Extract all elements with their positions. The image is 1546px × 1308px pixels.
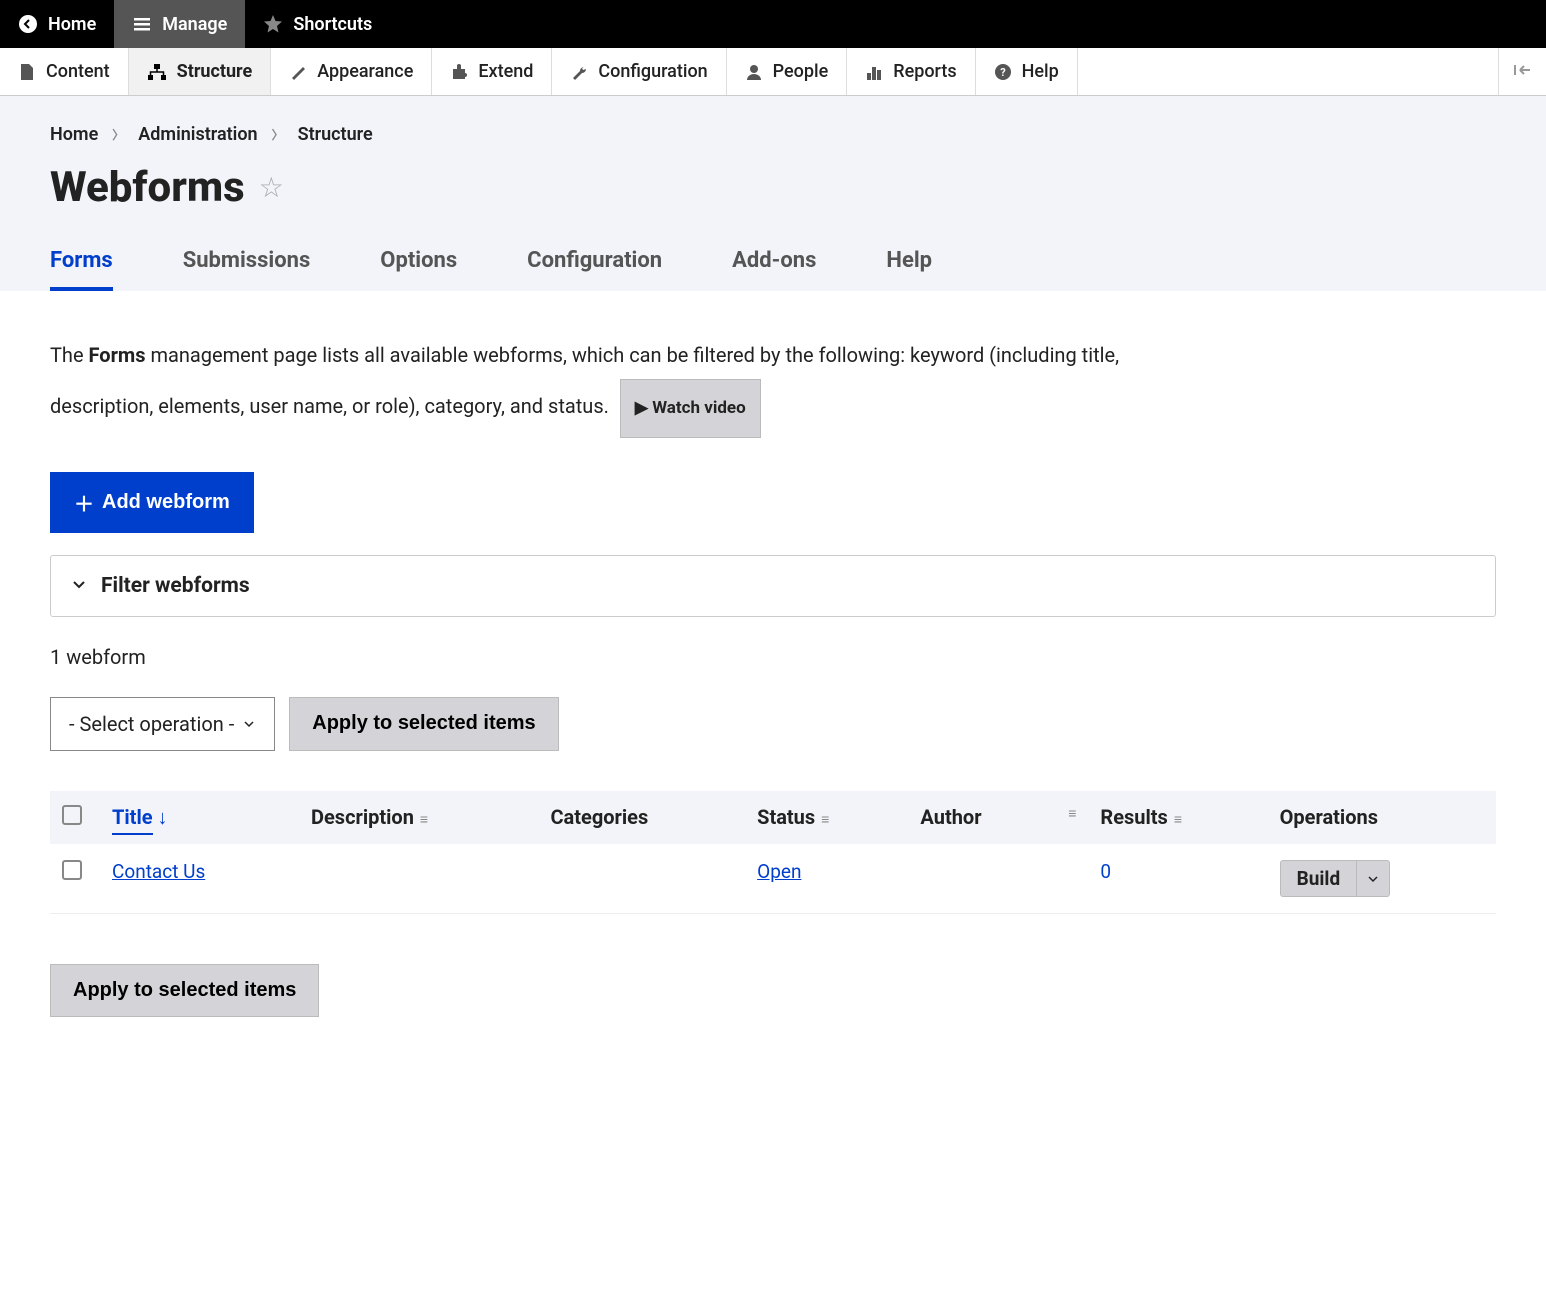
column-results[interactable]: Results≡ xyxy=(1088,791,1267,844)
build-button[interactable]: Build xyxy=(1281,861,1358,896)
menu-extend-label: Extend xyxy=(478,61,533,82)
column-categories: Categories xyxy=(538,791,745,844)
tab-help[interactable]: Help xyxy=(886,248,932,291)
row-results-link[interactable]: 0 xyxy=(1100,860,1111,883)
menu-configuration[interactable]: Configuration xyxy=(552,48,726,95)
menu-appearance[interactable]: Appearance xyxy=(271,48,432,95)
menu-configuration-label: Configuration xyxy=(598,61,707,82)
apply-selected-button-bottom[interactable]: Apply to selected items xyxy=(50,964,319,1017)
row-checkbox[interactable] xyxy=(62,860,82,880)
tab-submissions[interactable]: Submissions xyxy=(183,248,311,291)
svg-text:?: ? xyxy=(1000,66,1006,79)
sort-icon: ≡ xyxy=(821,812,829,828)
menu-people-label: People xyxy=(773,61,829,82)
menu-help-label: Help xyxy=(1022,61,1059,82)
add-webform-button[interactable]: ＋ Add webform xyxy=(50,472,254,533)
breadcrumb-home[interactable]: Home xyxy=(50,124,98,145)
tab-addons[interactable]: Add-ons xyxy=(732,248,816,291)
menu-structure-label: Structure xyxy=(177,61,253,82)
select-operation-dropdown[interactable]: - Select operation - xyxy=(50,697,275,751)
local-tabs: Forms Submissions Options Configuration … xyxy=(50,248,1496,291)
menu-content[interactable]: Content xyxy=(0,48,129,95)
chevron-down-icon xyxy=(242,712,256,736)
chevron-right-icon: 〉 xyxy=(112,126,124,143)
tab-options[interactable]: Options xyxy=(380,248,457,291)
favorite-star-icon[interactable]: ☆ xyxy=(259,171,284,204)
toolbar-top: Home Manage Shortcuts xyxy=(0,0,1546,48)
select-operation-label: - Select operation - xyxy=(69,712,234,736)
column-author[interactable]: Author≡ xyxy=(908,791,1088,844)
filter-webforms-toggle[interactable]: Filter webforms xyxy=(50,555,1496,617)
sort-icon: ≡ xyxy=(420,812,428,828)
column-operations: Operations xyxy=(1268,791,1496,844)
column-title[interactable]: Title ↓ xyxy=(100,791,299,844)
toolbar-shortcuts[interactable]: Shortcuts xyxy=(245,0,390,48)
paintbrush-icon xyxy=(289,63,307,81)
bulk-operations: - Select operation - Apply to selected i… xyxy=(50,697,1496,751)
hierarchy-icon xyxy=(147,63,167,81)
collapse-icon xyxy=(1514,61,1532,82)
chevron-right-icon: 〉 xyxy=(272,126,284,143)
puzzle-icon xyxy=(450,63,468,81)
bar-chart-icon xyxy=(865,63,883,81)
admin-menu: Content Structure Appearance Extend Conf… xyxy=(0,48,1546,96)
menu-reports[interactable]: Reports xyxy=(847,48,975,95)
menu-structure[interactable]: Structure xyxy=(129,48,272,95)
watch-video-button[interactable]: ▶ Watch video xyxy=(620,379,761,438)
add-webform-label: Add webform xyxy=(102,491,230,514)
webform-count: 1 webform xyxy=(50,645,1496,669)
description: The Forms management page lists all avai… xyxy=(50,331,1150,438)
webforms-table: Title ↓ Description≡ Categories Status≡ … xyxy=(50,791,1496,914)
content: The Forms management page lists all avai… xyxy=(0,291,1546,1057)
back-circle-icon xyxy=(18,14,38,34)
breadcrumb-admin[interactable]: Administration xyxy=(138,124,257,145)
sort-arrow-down-icon: ↓ xyxy=(158,805,168,829)
tab-configuration[interactable]: Configuration xyxy=(527,248,662,291)
toolbar-home-label: Home xyxy=(48,14,96,35)
menu-reports-label: Reports xyxy=(893,61,956,82)
document-icon xyxy=(18,63,36,81)
question-circle-icon: ? xyxy=(994,63,1012,81)
column-status[interactable]: Status≡ xyxy=(745,791,908,844)
plus-icon: ＋ xyxy=(74,488,94,517)
person-icon xyxy=(745,63,763,81)
row-description xyxy=(299,844,538,914)
toolbar-manage[interactable]: Manage xyxy=(114,0,245,48)
row-author xyxy=(908,844,1088,914)
toolbar-manage-label: Manage xyxy=(162,14,227,35)
toolbar-redacted xyxy=(390,0,610,48)
operations-dropdown-toggle[interactable] xyxy=(1357,861,1389,896)
chevron-down-icon xyxy=(71,576,87,596)
hamburger-icon xyxy=(132,14,152,34)
page-header: Home 〉 Administration 〉 Structure Webfor… xyxy=(0,96,1546,291)
select-all-checkbox[interactable] xyxy=(62,805,82,825)
sort-icon: ≡ xyxy=(1068,805,1076,822)
sort-icon: ≡ xyxy=(1174,812,1182,828)
breadcrumb: Home 〉 Administration 〉 Structure xyxy=(50,124,1496,145)
toolbar-home[interactable]: Home xyxy=(0,0,114,48)
menu-appearance-label: Appearance xyxy=(317,61,413,82)
menu-collapse[interactable] xyxy=(1498,48,1546,95)
column-description[interactable]: Description≡ xyxy=(299,791,538,844)
wrench-icon xyxy=(570,63,588,81)
filter-label: Filter webforms xyxy=(101,574,250,598)
tab-forms[interactable]: Forms xyxy=(50,248,113,291)
row-categories xyxy=(538,844,745,914)
apply-selected-button-top[interactable]: Apply to selected items xyxy=(289,697,558,751)
menu-extend[interactable]: Extend xyxy=(432,48,552,95)
page-title: Webforms xyxy=(50,163,245,212)
menu-help[interactable]: ? Help xyxy=(976,48,1078,95)
star-icon xyxy=(263,14,283,34)
table-row: Contact Us Open 0 Build xyxy=(50,844,1496,914)
breadcrumb-structure[interactable]: Structure xyxy=(298,124,373,145)
row-operations-dropbutton: Build xyxy=(1280,860,1391,897)
row-status-link[interactable]: Open xyxy=(757,860,801,883)
menu-content-label: Content xyxy=(46,61,110,82)
menu-people[interactable]: People xyxy=(727,48,848,95)
row-title-link[interactable]: Contact Us xyxy=(112,860,205,883)
toolbar-shortcuts-label: Shortcuts xyxy=(293,14,372,35)
